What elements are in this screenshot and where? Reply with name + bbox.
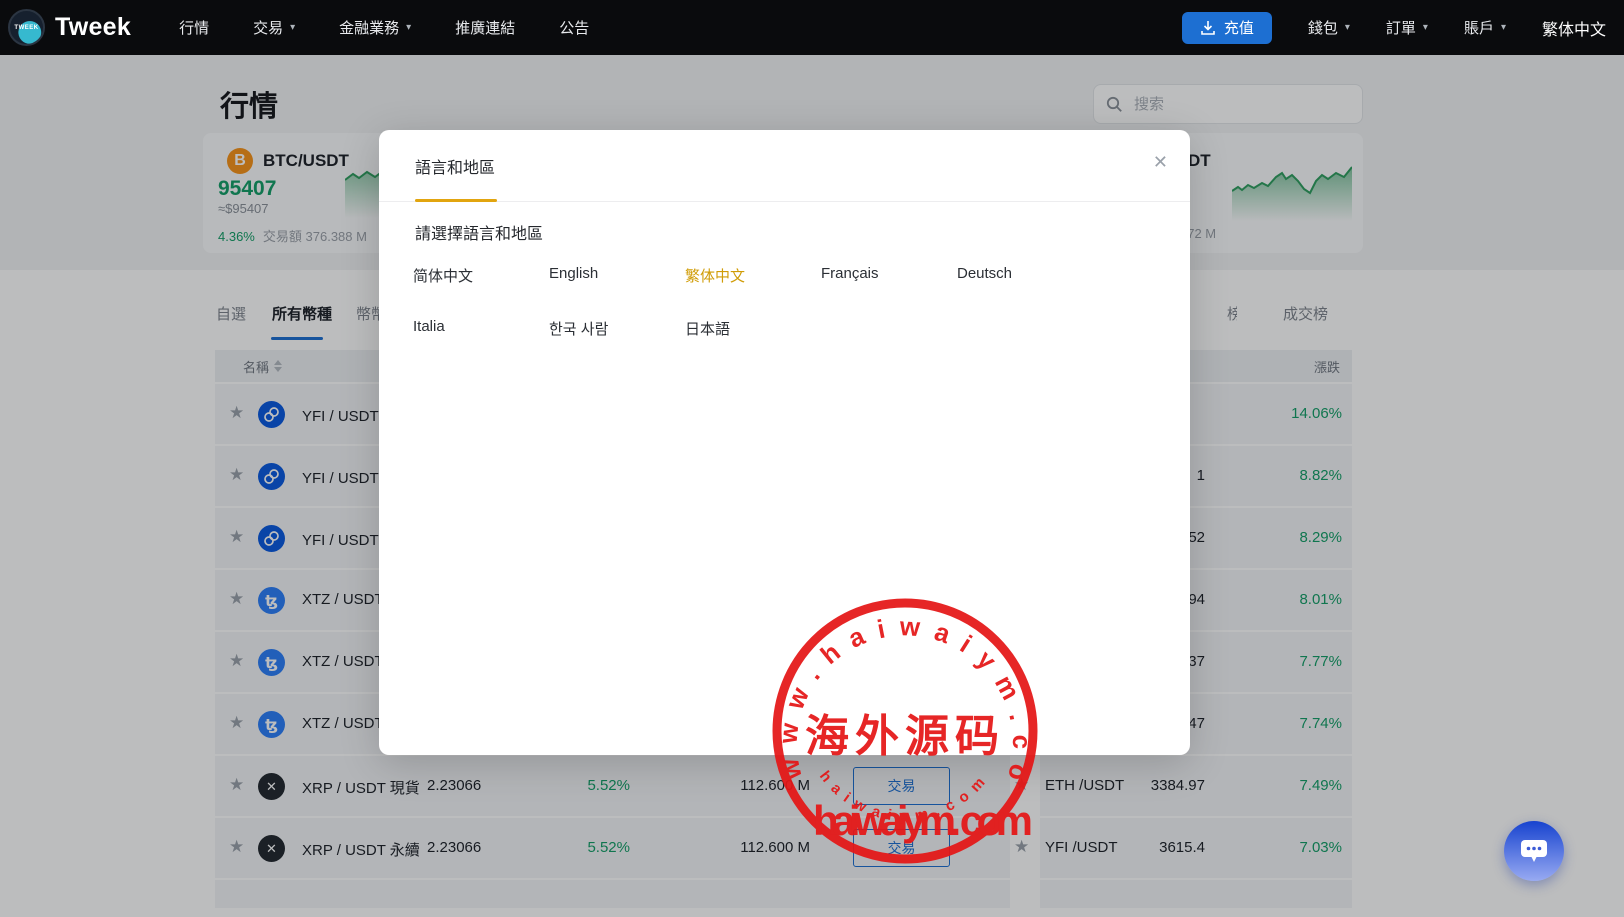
deposit-label: 充值 [1224, 17, 1254, 38]
language-option-ja[interactable]: 日本語 [685, 318, 821, 339]
nav-item-label: 推廣連結 [455, 17, 515, 38]
chat-bubble-icon [1519, 837, 1549, 865]
nav-item-markets[interactable]: 行情 [179, 17, 209, 38]
app-window: TWEEK Tweek 行情 交易 ▾ 金融業務 ▾ 推廣連結 公告 充值 錢包 ▾ … [0, 0, 1624, 917]
modal-title: 語言和地區 [415, 154, 495, 178]
nav-item-trade[interactable]: 交易 ▾ [253, 17, 295, 38]
language-region-modal: 語言和地區 ✕ 請選擇語言和地區 简体中文 English 繁体中文 Franç… [379, 130, 1190, 755]
nav-item-wallet[interactable]: 錢包 ▾ [1308, 17, 1350, 38]
nav-item-finance[interactable]: 金融業務 ▾ [339, 17, 411, 38]
language-selector[interactable]: 繁体中文 [1542, 16, 1606, 40]
nav-item-account[interactable]: 賬戶 ▾ [1464, 17, 1506, 38]
chevron-down-icon: ▾ [1501, 22, 1506, 33]
nav-right-group: 充值 錢包 ▾ 訂單 ▾ 賬戶 ▾ 繁体中文 [1182, 12, 1606, 44]
language-options-grid: 简体中文 English 繁体中文 Français Deutsch Itali… [413, 265, 1093, 339]
nav-item-label: 錢包 [1308, 17, 1338, 38]
nav-item-label: 訂單 [1386, 17, 1416, 38]
language-option-it[interactable]: Italia [413, 318, 549, 339]
deposit-button[interactable]: 充值 [1182, 12, 1272, 44]
nav-item-announcements[interactable]: 公告 [559, 17, 589, 38]
close-icon[interactable]: ✕ [1153, 152, 1168, 173]
modal-prompt: 請選擇語言和地區 [415, 220, 543, 244]
tweek-logo-icon: TWEEK [8, 9, 45, 46]
modal-divider [379, 201, 1190, 202]
nav-item-label: 行情 [179, 17, 209, 38]
chevron-down-icon: ▾ [1423, 22, 1428, 33]
brand-name: Tweek [55, 13, 131, 42]
chevron-down-icon: ▾ [406, 22, 411, 33]
chevron-down-icon: ▾ [290, 22, 295, 33]
modal-title-underline [415, 199, 497, 202]
download-icon [1200, 20, 1216, 36]
logo-text: TWEEK [14, 25, 38, 31]
nav-item-label: 金融業務 [339, 17, 399, 38]
language-option-zh-tw[interactable]: 繁体中文 [685, 265, 821, 286]
language-option-zh-cn[interactable]: 简体中文 [413, 265, 549, 286]
language-option-de[interactable]: Deutsch [957, 265, 1093, 286]
nav-item-label: 公告 [559, 17, 589, 38]
brand-logo[interactable]: TWEEK Tweek [8, 9, 131, 46]
language-option-ko[interactable]: 한국 사람 [549, 318, 685, 339]
language-option-fr[interactable]: Français [821, 265, 957, 286]
support-chat-button[interactable] [1504, 821, 1564, 881]
nav-item-orders[interactable]: 訂單 ▾ [1386, 17, 1428, 38]
chevron-down-icon: ▾ [1345, 22, 1350, 33]
nav-item-promotion[interactable]: 推廣連結 [455, 17, 515, 38]
nav-item-label: 交易 [253, 17, 283, 38]
language-option-en[interactable]: English [549, 265, 685, 286]
nav-menu: 行情 交易 ▾ 金融業務 ▾ 推廣連結 公告 [179, 17, 589, 38]
top-navbar: TWEEK Tweek 行情 交易 ▾ 金融業務 ▾ 推廣連結 公告 充值 錢包 ▾ … [0, 0, 1624, 55]
nav-item-label: 賬戶 [1464, 17, 1494, 38]
